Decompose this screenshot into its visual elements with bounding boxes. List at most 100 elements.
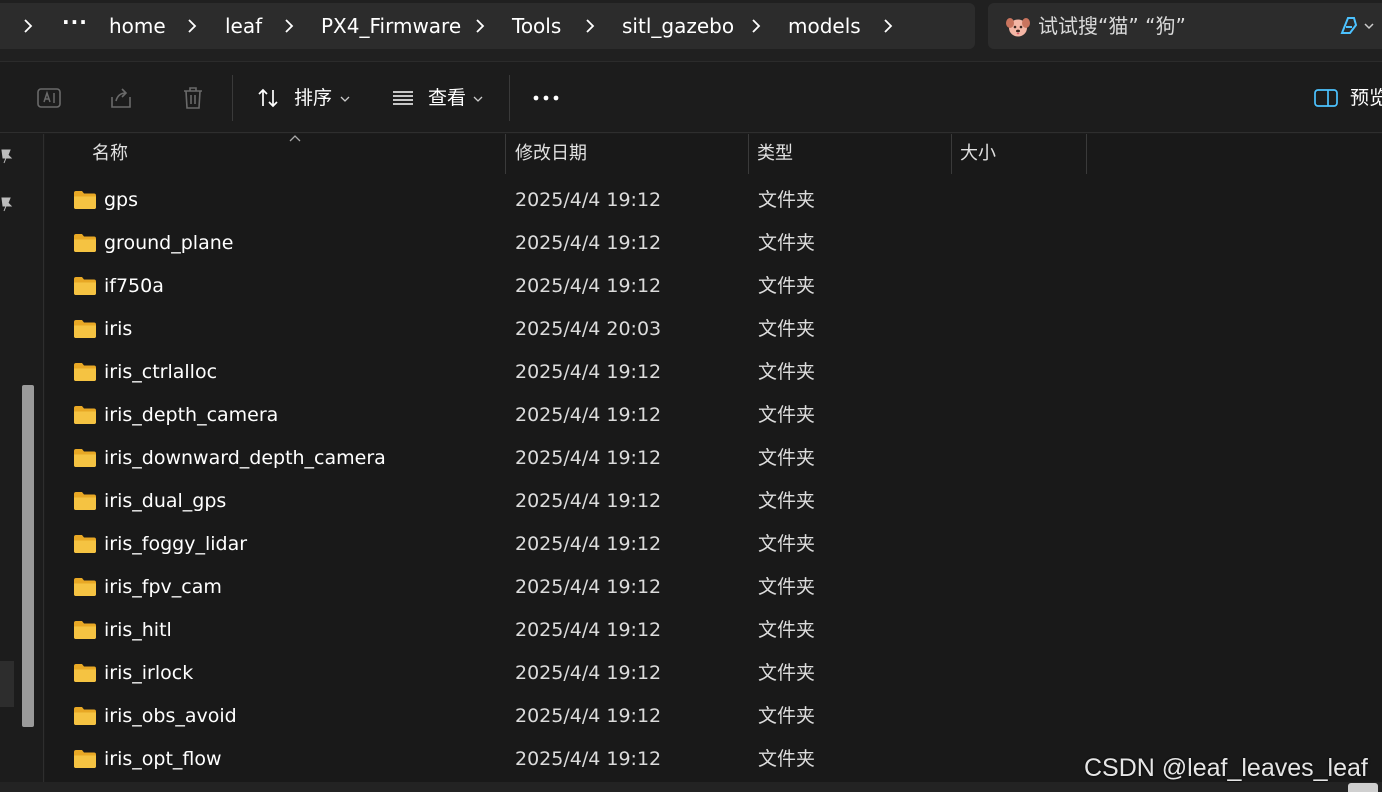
breadcrumb-models[interactable]: models <box>788 3 861 49</box>
file-date-modified: 2025/4/4 19:12 <box>515 447 662 469</box>
breadcrumb-overflow-button[interactable]: ··· <box>62 0 88 45</box>
toolbar-divider <box>509 75 510 121</box>
breadcrumb-home[interactable]: home <box>109 3 166 49</box>
file-type: 文件夹 <box>758 619 816 641</box>
chevron-right-icon[interactable] <box>281 18 297 34</box>
file-name: iris_downward_depth_camera <box>104 447 386 469</box>
file-type: 文件夹 <box>758 361 816 383</box>
file-name: iris_irlock <box>104 662 194 684</box>
folder-icon <box>74 535 96 553</box>
file-name: if750a <box>104 275 164 297</box>
preview-pane-icon <box>1314 89 1338 107</box>
address-bar[interactable]: ··· home leaf PX4_Firmware Tools sitl_ga… <box>0 3 975 49</box>
breadcrumb-tools[interactable]: Tools <box>512 3 561 49</box>
preview-label: 预览 <box>1350 87 1382 109</box>
more-options-button[interactable] <box>528 77 564 119</box>
file-type: 文件夹 <box>758 490 816 512</box>
file-date-modified: 2025/4/4 19:12 <box>515 705 662 727</box>
column-divider[interactable] <box>1086 134 1087 174</box>
table-row[interactable]: iris 2025/4/4 20:03 文件夹 <box>45 308 1382 351</box>
file-type: 文件夹 <box>758 705 816 727</box>
command-bar: 排序 查看 预览 <box>0 63 1382 133</box>
sort-ascending-icon <box>289 135 301 142</box>
folder-icon <box>74 449 96 467</box>
sort-label: 排序 <box>294 87 333 109</box>
table-row[interactable]: iris_foggy_lidar 2025/4/4 19:12 文件夹 <box>45 523 1382 566</box>
folder-icon <box>74 664 96 682</box>
view-icon <box>393 91 413 105</box>
delete-icon[interactable] <box>180 85 206 111</box>
table-row[interactable]: iris_downward_depth_camera 2025/4/4 19:12… <box>45 437 1382 480</box>
column-header-name[interactable]: 名称 <box>92 134 128 174</box>
nav-scrollbar[interactable] <box>22 385 34 727</box>
file-name: iris_ctrlalloc <box>104 361 218 383</box>
file-name: iris_hitl <box>104 619 172 641</box>
file-name: iris_depth_camera <box>104 404 279 426</box>
column-divider[interactable] <box>505 134 506 174</box>
table-row[interactable]: ground_plane 2025/4/4 19:12 文件夹 <box>45 222 1382 265</box>
file-date-modified: 2025/4/4 19:12 <box>515 404 662 426</box>
sort-button[interactable]: 排序 <box>256 77 356 119</box>
chevron-right-icon[interactable] <box>748 18 764 34</box>
search-placeholder: 试试搜“猫” “狗” <box>1038 14 1186 38</box>
table-row[interactable]: iris_dual_gps 2025/4/4 19:12 文件夹 <box>45 480 1382 523</box>
chevron-down-icon <box>473 96 483 102</box>
folder-icon <box>74 191 96 209</box>
table-row[interactable]: iris_ctrlalloc 2025/4/4 19:12 文件夹 <box>45 351 1382 394</box>
file-type: 文件夹 <box>758 189 816 211</box>
chevron-down-icon[interactable] <box>1363 20 1375 32</box>
watermark-text: CSDN @leaf_leaves_leaf <box>1084 754 1368 782</box>
table-row[interactable]: iris_fpv_cam 2025/4/4 19:12 文件夹 <box>45 566 1382 609</box>
table-row[interactable]: if750a 2025/4/4 19:12 文件夹 <box>45 265 1382 308</box>
file-name: ground_plane <box>104 232 234 254</box>
chevron-right-icon[interactable] <box>582 18 598 34</box>
preview-pane-button[interactable]: 预览 <box>1314 77 1382 119</box>
rename-icon[interactable] <box>36 85 62 111</box>
file-date-modified: 2025/4/4 19:12 <box>515 662 662 684</box>
folder-icon <box>74 578 96 596</box>
file-type: 文件夹 <box>758 748 816 770</box>
table-row[interactable]: iris_irlock 2025/4/4 19:12 文件夹 <box>45 652 1382 695</box>
file-type: 文件夹 <box>758 576 816 598</box>
file-name: iris_fpv_cam <box>104 576 222 598</box>
table-row[interactable]: iris_obs_avoid 2025/4/4 19:12 文件夹 <box>45 695 1382 738</box>
file-type: 文件夹 <box>758 533 816 555</box>
nav-selected-item[interactable] <box>0 661 14 707</box>
folder-icon <box>74 750 96 768</box>
folder-icon <box>74 406 96 424</box>
sort-icon <box>258 88 278 108</box>
table-row[interactable]: gps 2025/4/4 19:12 文件夹 <box>45 179 1382 222</box>
search-input[interactable]: 试试搜“猫” “狗” <box>988 3 1382 49</box>
chevron-right-icon[interactable] <box>880 18 896 34</box>
folder-icon <box>74 277 96 295</box>
file-name: iris_foggy_lidar <box>104 533 248 555</box>
chevron-right-icon[interactable] <box>20 18 36 34</box>
folder-icon <box>74 320 96 338</box>
file-date-modified: 2025/4/4 19:12 <box>515 361 662 383</box>
file-type: 文件夹 <box>758 318 816 340</box>
file-date-modified: 2025/4/4 19:12 <box>515 533 662 555</box>
share-icon[interactable] <box>108 85 134 111</box>
table-row[interactable]: iris_depth_camera 2025/4/4 19:12 文件夹 <box>45 394 1382 437</box>
file-date-modified: 2025/4/4 19:12 <box>515 576 662 598</box>
chevron-right-icon[interactable] <box>472 18 488 34</box>
column-divider[interactable] <box>748 134 749 174</box>
column-header-date-modified[interactable]: 修改日期 <box>515 134 587 174</box>
chevron-right-icon[interactable] <box>184 18 200 34</box>
navigation-pane <box>0 134 44 792</box>
view-button[interactable]: 查看 <box>391 77 491 119</box>
file-type: 文件夹 <box>758 447 816 469</box>
column-header-type[interactable]: 类型 <box>757 134 793 174</box>
chevron-down-icon <box>340 96 350 102</box>
column-header-size[interactable]: 大小 <box>960 134 996 174</box>
file-date-modified: 2025/4/4 19:12 <box>515 275 662 297</box>
column-divider[interactable] <box>951 134 952 174</box>
file-type: 文件夹 <box>758 275 816 297</box>
breadcrumb-leaf[interactable]: leaf <box>225 3 262 49</box>
breadcrumb-sitl-gazebo[interactable]: sitl_gazebo <box>622 3 734 49</box>
breadcrumb-px4-firmware[interactable]: PX4_Firmware <box>321 3 461 49</box>
file-date-modified: 2025/4/4 19:12 <box>515 189 662 211</box>
copilot-icon[interactable] <box>1338 15 1360 37</box>
file-name: iris_obs_avoid <box>104 705 237 727</box>
table-row[interactable]: iris_hitl 2025/4/4 19:12 文件夹 <box>45 609 1382 652</box>
